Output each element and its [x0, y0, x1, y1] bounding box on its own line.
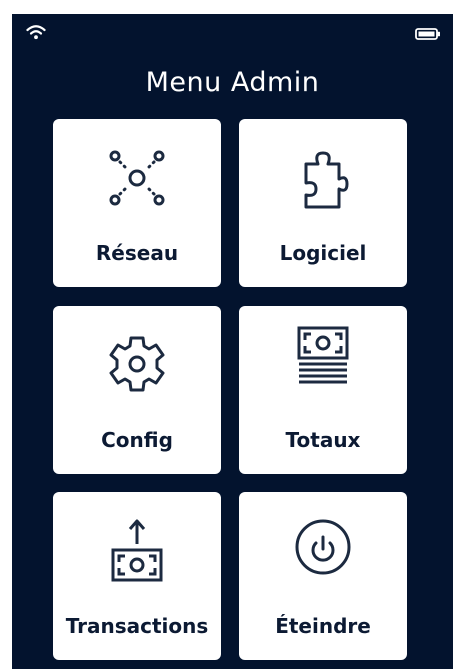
- wifi-icon: [26, 25, 46, 40]
- cash-upload-icon: [111, 519, 163, 582]
- transactions-label: Transactions: [65, 614, 209, 638]
- logiciel-button[interactable]: Logiciel: [239, 119, 407, 287]
- puzzle-icon: [304, 151, 349, 209]
- page-title: Menu Admin: [145, 67, 320, 98]
- battery-icon: [415, 28, 440, 40]
- eteindre-label: Éteindre: [275, 614, 371, 638]
- eteindre-button[interactable]: Éteindre: [239, 492, 407, 660]
- admin-screen: Menu Admin Réseau Logiciel Config Totaux…: [12, 14, 453, 669]
- gear-icon: [109, 336, 165, 392]
- reseau-button[interactable]: Réseau: [53, 119, 221, 287]
- power-icon: [295, 519, 351, 575]
- totaux-button[interactable]: Totaux: [239, 306, 407, 474]
- totaux-label: Totaux: [285, 428, 361, 452]
- network-icon: [109, 150, 165, 206]
- reseau-label: Réseau: [95, 241, 179, 265]
- config-button[interactable]: Config: [53, 306, 221, 474]
- status-bar: [12, 14, 453, 54]
- transactions-button[interactable]: Transactions: [53, 492, 221, 660]
- cash-stack-icon: [297, 326, 349, 384]
- config-label: Config: [101, 428, 173, 452]
- logiciel-label: Logiciel: [279, 241, 367, 265]
